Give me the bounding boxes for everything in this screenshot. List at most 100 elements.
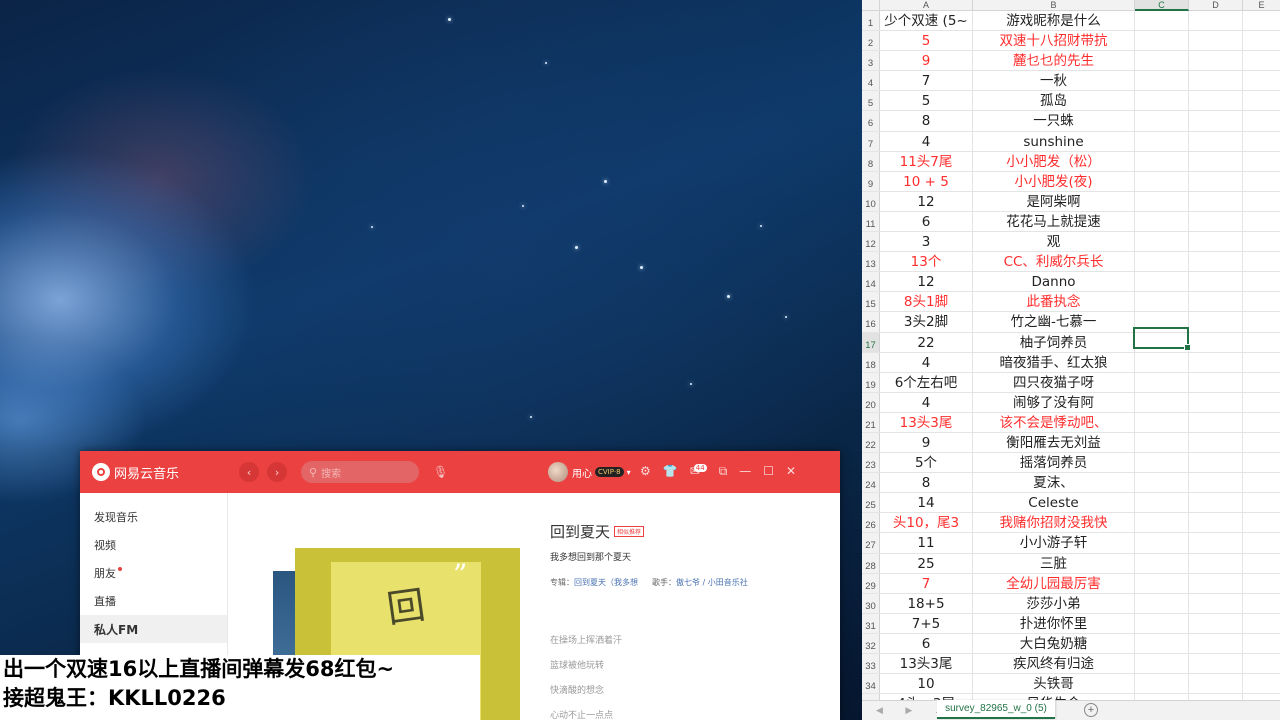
cell-a[interactable]: 8 bbox=[880, 473, 973, 493]
cell-b[interactable]: 竹之幽-七慕一 bbox=[973, 312, 1135, 332]
row-number[interactable]: 19 bbox=[862, 372, 880, 392]
cell-a[interactable]: 4 bbox=[880, 392, 973, 412]
cell-b[interactable]: 是阿柴啊 bbox=[973, 191, 1135, 211]
row-number[interactable]: 26 bbox=[862, 513, 880, 533]
row-number[interactable]: 12 bbox=[862, 232, 880, 252]
cell-b[interactable]: 暗夜猎手、红太狼 bbox=[973, 352, 1135, 372]
row-number[interactable]: 22 bbox=[862, 432, 880, 453]
cell-d[interactable] bbox=[1189, 151, 1243, 171]
cell-c[interactable] bbox=[1135, 674, 1189, 694]
cell-c[interactable] bbox=[1135, 473, 1189, 493]
cell-d[interactable] bbox=[1189, 553, 1243, 573]
cell-a[interactable]: 6 bbox=[880, 633, 973, 653]
row-number[interactable]: 25 bbox=[862, 493, 880, 513]
cell-b[interactable]: 莎莎小弟 bbox=[973, 593, 1135, 613]
cell-b[interactable]: 大白兔奶糖 bbox=[973, 633, 1135, 653]
cell-d[interactable] bbox=[1189, 11, 1243, 31]
cell-b[interactable]: Danno bbox=[973, 272, 1135, 292]
cell-d[interactable] bbox=[1189, 674, 1243, 694]
cell-b[interactable]: 该不会是悸动吧、 bbox=[973, 412, 1135, 432]
row-number[interactable]: 23 bbox=[862, 453, 880, 473]
cell-c[interactable] bbox=[1135, 654, 1189, 674]
row-number[interactable]: 10 bbox=[862, 191, 880, 211]
cell-a[interactable]: 少个双速 (5~ bbox=[880, 11, 973, 31]
cell-b[interactable]: 双速十八招财带抗 bbox=[973, 31, 1135, 51]
cell-b[interactable]: CC、利威尔兵长 bbox=[973, 252, 1135, 272]
cell-b[interactable]: 小小肥发(夜) bbox=[973, 171, 1135, 191]
selected-cell-c17[interactable] bbox=[1133, 327, 1191, 351]
cell-b[interactable]: 全幼儿园最厉害 bbox=[973, 573, 1135, 593]
cell-d[interactable] bbox=[1189, 412, 1243, 432]
cell-grid[interactable]: 1 少个双速 (5~ 游戏昵称是什么 2 5 双速十八招财带抗 3 9 麓乜乜的先生 4 7 一秋 5 5… bbox=[862, 11, 1280, 715]
cell-d[interactable] bbox=[1189, 654, 1243, 674]
cell-a[interactable]: 5 bbox=[880, 91, 973, 111]
cell-d[interactable] bbox=[1189, 392, 1243, 412]
cell-c[interactable] bbox=[1135, 131, 1189, 151]
row-number[interactable]: 11 bbox=[862, 211, 880, 232]
sidebar-item-video[interactable]: 视频 bbox=[80, 531, 227, 559]
row-number[interactable]: 32 bbox=[862, 633, 880, 653]
cell-a[interactable]: 4 bbox=[880, 352, 973, 372]
cell-a[interactable]: 11 bbox=[880, 533, 973, 553]
row-number[interactable]: 2 bbox=[862, 31, 880, 51]
cell-a[interactable]: 4 bbox=[880, 131, 973, 151]
cell-b[interactable]: 此番执念 bbox=[973, 292, 1135, 312]
cell-d[interactable] bbox=[1189, 91, 1243, 111]
cell-b[interactable]: 头铁哥 bbox=[973, 674, 1135, 694]
close-button[interactable]: ✕ bbox=[786, 464, 796, 479]
cell-a[interactable]: 7 bbox=[880, 573, 973, 593]
cell-b[interactable]: 一只蛛 bbox=[973, 111, 1135, 131]
row-number[interactable]: 29 bbox=[862, 573, 880, 593]
cell-b[interactable]: 麓乜乜的先生 bbox=[973, 51, 1135, 71]
search-input[interactable]: ⚲ 搜索 bbox=[301, 461, 420, 483]
row-number[interactable]: 1 bbox=[862, 11, 880, 31]
cell-b[interactable]: 观 bbox=[973, 232, 1135, 252]
cell-d[interactable] bbox=[1189, 171, 1243, 191]
cell-a[interactable]: 10 + 5 bbox=[880, 171, 973, 191]
cell-c[interactable] bbox=[1135, 11, 1189, 31]
cell-a[interactable]: 7 bbox=[880, 71, 973, 91]
cell-c[interactable] bbox=[1135, 352, 1189, 372]
row-number[interactable]: 15 bbox=[862, 292, 880, 312]
cell-a[interactable]: 12 bbox=[880, 272, 973, 292]
cell-c[interactable] bbox=[1135, 31, 1189, 51]
microphone-icon[interactable]: 🎙 bbox=[433, 465, 448, 479]
row-number[interactable]: 18 bbox=[862, 352, 880, 372]
row-number[interactable]: 28 bbox=[862, 553, 880, 573]
cell-a[interactable]: 8 bbox=[880, 111, 973, 131]
cell-c[interactable] bbox=[1135, 633, 1189, 653]
user-name[interactable]: 用心 bbox=[572, 465, 592, 480]
cell-b[interactable]: 闹够了没有阿 bbox=[973, 392, 1135, 412]
cell-b[interactable]: 摇落饲养员 bbox=[973, 453, 1135, 473]
row-number[interactable]: 16 bbox=[862, 312, 880, 332]
user-profile[interactable]: 用心 CVIP·8 ▾ bbox=[548, 462, 631, 482]
cell-b[interactable]: 三脏 bbox=[973, 553, 1135, 573]
cell-c[interactable] bbox=[1135, 553, 1189, 573]
cell-c[interactable] bbox=[1135, 412, 1189, 432]
cell-d[interactable] bbox=[1189, 372, 1243, 392]
cell-c[interactable] bbox=[1135, 71, 1189, 91]
cell-d[interactable] bbox=[1189, 573, 1243, 593]
cell-c[interactable] bbox=[1135, 211, 1189, 232]
row-number[interactable]: 6 bbox=[862, 111, 880, 131]
cell-b[interactable]: 小小游子轩 bbox=[973, 533, 1135, 553]
cell-c[interactable] bbox=[1135, 111, 1189, 131]
cell-d[interactable] bbox=[1189, 352, 1243, 372]
cell-d[interactable] bbox=[1189, 312, 1243, 332]
row-number[interactable]: 9 bbox=[862, 171, 880, 191]
cell-a[interactable]: 13头3尾 bbox=[880, 412, 973, 432]
cell-c[interactable] bbox=[1135, 252, 1189, 272]
mail-icon[interactable]: ✉44 bbox=[690, 464, 707, 479]
cell-c[interactable] bbox=[1135, 372, 1189, 392]
cell-d[interactable] bbox=[1189, 513, 1243, 533]
cell-b[interactable]: 我赌你招财没我快 bbox=[973, 513, 1135, 533]
cell-b[interactable]: Celeste bbox=[973, 493, 1135, 513]
cell-d[interactable] bbox=[1189, 232, 1243, 252]
cell-a[interactable]: 10 bbox=[880, 674, 973, 694]
cell-a[interactable]: 9 bbox=[880, 432, 973, 453]
cell-a[interactable]: 3头2脚 bbox=[880, 312, 973, 332]
cell-d[interactable] bbox=[1189, 131, 1243, 151]
cell-d[interactable] bbox=[1189, 332, 1243, 352]
minimize-button[interactable]: — bbox=[739, 464, 751, 479]
cell-c[interactable] bbox=[1135, 493, 1189, 513]
